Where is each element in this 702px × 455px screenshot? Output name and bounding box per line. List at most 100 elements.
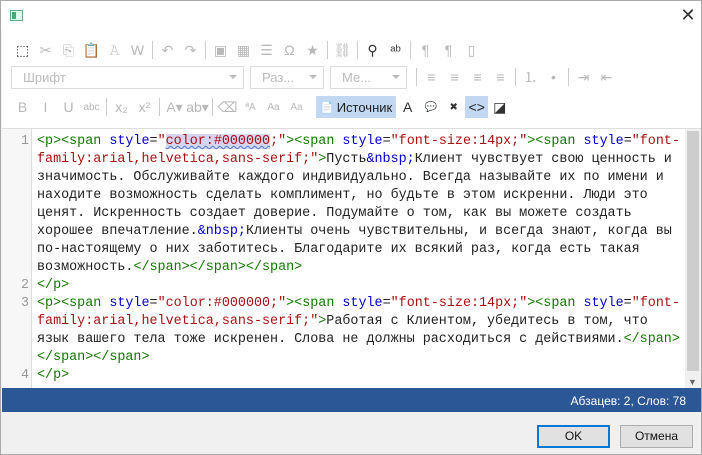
bg-color-icon[interactable]: ab▾ bbox=[186, 96, 209, 118]
image-icon[interactable]: ▣ bbox=[209, 39, 232, 61]
font-select[interactable]: Шрифт bbox=[11, 65, 244, 89]
status-bar: Абзацев: 2, Слов: 78 bbox=[2, 388, 701, 412]
subscript-icon[interactable]: x₂ bbox=[110, 96, 133, 118]
replace-icon[interactable]: ᵃᵇ bbox=[384, 39, 407, 61]
toolbar-separator bbox=[152, 41, 153, 59]
indent-icon[interactable]: ⇥ bbox=[572, 66, 595, 88]
code-token-str: "font-size:14px;" bbox=[390, 296, 528, 311]
code-token-tag: <p><span bbox=[37, 134, 110, 149]
scroll-down-icon[interactable]: ▼ bbox=[688, 377, 697, 387]
numbered-list-icon[interactable]: ⒈ bbox=[519, 66, 542, 88]
code-line: 3 <p><span style="color:#000000;"><span s… bbox=[21, 295, 685, 367]
undo-icon[interactable]: ↶ bbox=[156, 39, 179, 61]
code-area[interactable]: 1 <p><span style="color:#000000;"><span s… bbox=[21, 133, 685, 385]
code-token-txt: Пусть bbox=[326, 152, 367, 167]
line-number: 1 bbox=[20, 134, 29, 149]
code-token-str: " bbox=[157, 134, 166, 149]
scrollbar-thumb[interactable] bbox=[687, 131, 699, 371]
line-number: 4 bbox=[20, 368, 29, 383]
iframe-icon[interactable]: ▯ bbox=[460, 39, 483, 61]
code-token-attr: style bbox=[109, 296, 150, 311]
code-token-attr: style bbox=[342, 134, 383, 149]
source-button-label: Источник bbox=[336, 99, 393, 115]
align-left-icon[interactable]: ≡ bbox=[420, 66, 443, 88]
underline-icon[interactable]: U bbox=[57, 96, 80, 118]
line-number: 3 bbox=[20, 296, 29, 311]
code-token-txt: = bbox=[623, 134, 632, 149]
delete-comment-icon[interactable]: ✖ bbox=[442, 96, 465, 118]
toolbar-separator bbox=[106, 98, 107, 116]
close-icon[interactable]: ✕ bbox=[679, 6, 697, 24]
add-comment-icon[interactable]: 💬 bbox=[419, 96, 442, 118]
code-token-attr: style bbox=[342, 296, 383, 311]
redo-icon[interactable]: ↷ bbox=[179, 39, 202, 61]
code-token-txt: = bbox=[149, 296, 158, 311]
toolbar-separator bbox=[568, 68, 569, 86]
horizontal-line-icon[interactable]: ☰ bbox=[255, 39, 278, 61]
table-icon[interactable]: ▦ bbox=[232, 39, 255, 61]
uppercase-icon[interactable]: Aa bbox=[262, 96, 285, 118]
align-justify-icon[interactable]: ≡ bbox=[489, 66, 512, 88]
star-icon[interactable]: ★ bbox=[301, 39, 324, 61]
code-token-txt: = bbox=[149, 134, 158, 149]
unlink-icon[interactable]: ⛓ bbox=[331, 39, 354, 61]
text-color-icon[interactable]: A▾ bbox=[163, 96, 186, 118]
capitalize-icon[interactable]: Aa bbox=[285, 96, 308, 118]
toolbar-separator bbox=[212, 98, 213, 116]
line-gutter bbox=[2, 129, 32, 388]
scrollbar[interactable]: ▼ bbox=[685, 129, 701, 389]
app-icon bbox=[10, 10, 23, 21]
cut-icon[interactable]: ✂ bbox=[34, 39, 57, 61]
code-token-txt: = bbox=[382, 296, 391, 311]
cancel-button[interactable]: Отмена bbox=[620, 425, 693, 448]
toolbar-row-3: B I Uabc x₂ x² A▾ ab▾ ⌫ ªA Aa Aa 📄 Источник A 💬 ✖ <> ◪ bbox=[11, 96, 511, 118]
code-token-tag: </p> bbox=[37, 368, 70, 383]
align-right-icon[interactable]: ≡ bbox=[466, 66, 489, 88]
code-token-str: "color:#000000;" bbox=[157, 296, 287, 311]
code-token-tag: </span></span></span> bbox=[133, 260, 303, 275]
toolbar-separator bbox=[205, 41, 206, 59]
paste-text-icon[interactable]: 𝙰 bbox=[103, 39, 126, 61]
find-icon[interactable]: ⚲ bbox=[361, 39, 384, 61]
outdent-icon[interactable]: ⇤ bbox=[595, 66, 618, 88]
special-char-icon[interactable]: Ω bbox=[278, 39, 301, 61]
rtl-icon[interactable]: ¶ bbox=[437, 39, 460, 61]
code-token-str: "font-size:14px;" bbox=[390, 134, 528, 149]
bullet-list-icon[interactable]: • bbox=[542, 66, 565, 88]
code-token-txt: = bbox=[623, 296, 632, 311]
source-icon: 📄 bbox=[320, 101, 334, 114]
toolbar-separator bbox=[159, 98, 160, 116]
code-icon[interactable]: <> bbox=[465, 96, 489, 118]
paste-word-icon[interactable]: W bbox=[126, 39, 149, 61]
code-token-sel: color:#000000 bbox=[165, 134, 271, 149]
toolbar: ⬚ ✂ ⎘ 📋 𝙰 W ↶ ↷ ▣ ▦ ☰ Ω ★ ⛓ ⚲ ᵃᵇ ¶ ¶ ▯ Шрифт Раз... Ме... … bbox=[2, 31, 701, 128]
superscript-icon[interactable]: x² bbox=[133, 96, 156, 118]
code-token-str: ;" bbox=[270, 134, 287, 149]
ltr-icon[interactable]: ¶ bbox=[414, 39, 437, 61]
copy-icon[interactable]: ⎘ bbox=[57, 39, 80, 61]
code-token-tag: ><span bbox=[527, 134, 584, 149]
size-select[interactable]: Раз... bbox=[250, 65, 324, 89]
strikethrough-icon[interactable]: abc bbox=[80, 96, 103, 118]
code-token-txt: = bbox=[382, 134, 391, 149]
lowercase-icon[interactable]: ªA bbox=[239, 96, 262, 118]
code-token-tag: </p> bbox=[37, 278, 70, 293]
source-button[interactable]: 📄 Источник bbox=[316, 96, 397, 118]
format-select[interactable]: Ме... bbox=[330, 65, 407, 89]
code-token-ent: &nbsp; bbox=[197, 224, 246, 239]
show-blocks-icon[interactable]: A bbox=[396, 96, 419, 118]
ok-button[interactable]: OK bbox=[537, 425, 610, 448]
paste-icon[interactable]: 📋 bbox=[80, 39, 103, 61]
chevron-down-icon bbox=[229, 74, 237, 83]
bold-icon[interactable]: B bbox=[11, 96, 34, 118]
code-token-tag: <p><span bbox=[37, 296, 110, 311]
contrast-icon[interactable]: ◪ bbox=[488, 96, 511, 118]
code-line: 2 </p> bbox=[21, 277, 685, 295]
toolbar-separator bbox=[515, 68, 516, 86]
eraser-icon[interactable]: ⌫ bbox=[216, 96, 239, 118]
source-editor[interactable]: 1 <p><span style="color:#000000;"><span s… bbox=[2, 128, 701, 389]
select-all-icon[interactable]: ⬚ bbox=[11, 39, 34, 61]
align-center-icon[interactable]: ≡ bbox=[443, 66, 466, 88]
italic-icon[interactable]: I bbox=[34, 96, 57, 118]
toolbar-row-1: ⬚ ✂ ⎘ 📋 𝙰 W ↶ ↷ ▣ ▦ ☰ Ω ★ ⛓ ⚲ ᵃᵇ ¶ ¶ ▯ bbox=[11, 39, 483, 61]
